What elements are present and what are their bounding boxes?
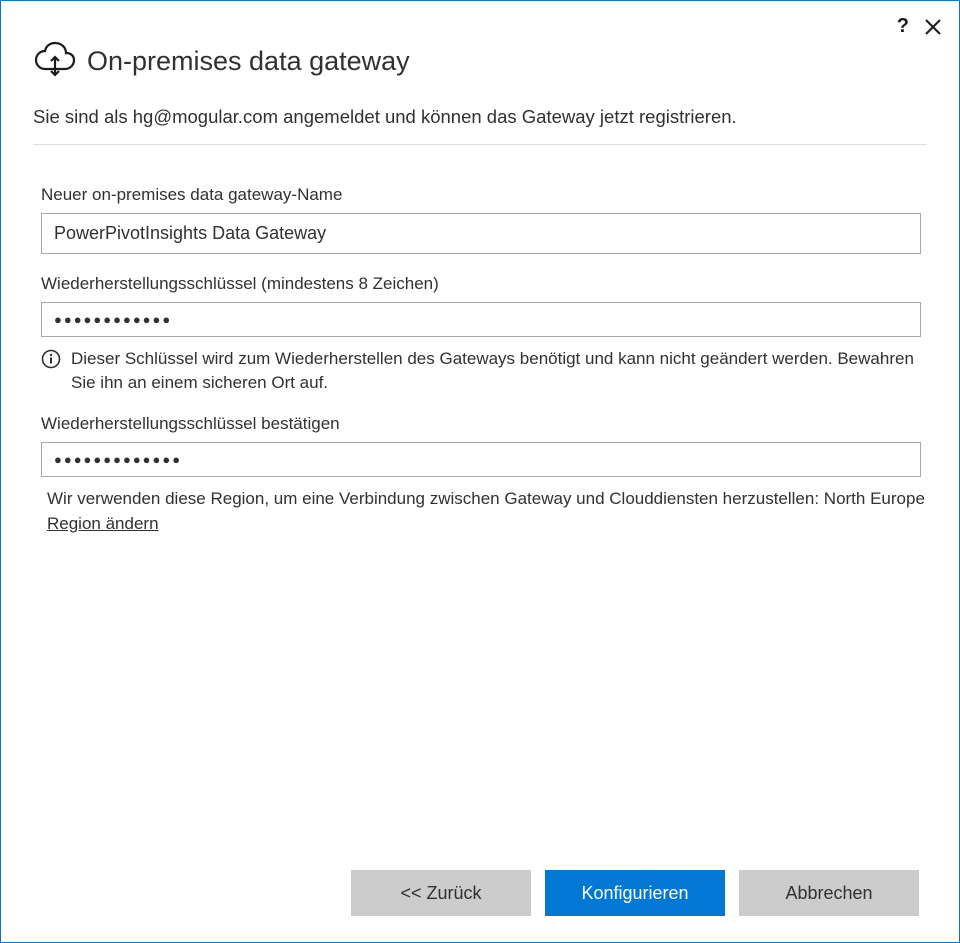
gateway-name-section: Neuer on-premises data gateway-Name (33, 185, 927, 254)
recovery-key-confirm-input[interactable] (41, 442, 921, 477)
recovery-key-input[interactable] (41, 302, 921, 337)
cloud-icon (33, 41, 77, 82)
button-row: << Zurück Konfigurieren Abbrechen (33, 870, 927, 922)
titlebar-controls: ? (897, 15, 941, 38)
close-icon[interactable] (925, 19, 941, 35)
configure-button[interactable]: Konfigurieren (545, 870, 725, 916)
intro-text: Sie sind als hg@mogular.com angemeldet u… (33, 104, 927, 145)
info-icon (41, 349, 61, 376)
dialog-title: On-premises data gateway (87, 46, 410, 77)
recovery-key-info-text: Dieser Schlüssel wird zum Wiederherstell… (71, 347, 927, 395)
cancel-button[interactable]: Abbrechen (739, 870, 919, 916)
help-icon[interactable]: ? (897, 15, 909, 38)
region-prefix: Wir verwenden diese Region, um eine Verb… (47, 489, 925, 508)
recovery-key-confirm-label: Wiederherstellungsschlüssel bestätigen (41, 414, 927, 434)
recovery-key-info-row: Dieser Schlüssel wird zum Wiederherstell… (41, 347, 927, 395)
gateway-name-input[interactable] (41, 213, 921, 254)
back-button[interactable]: << Zurück (351, 870, 531, 916)
region-change-link[interactable]: Region ändern (47, 514, 159, 533)
region-text: Wir verwenden diese Region, um eine Verb… (47, 487, 927, 536)
dialog-header: On-premises data gateway (33, 41, 927, 82)
recovery-key-confirm-section: Wiederherstellungsschlüssel bestätigen W… (33, 414, 927, 536)
gateway-name-label: Neuer on-premises data gateway-Name (41, 185, 927, 205)
recovery-key-label: Wiederherstellungsschlüssel (mindestens … (41, 274, 927, 294)
gateway-dialog: ? On-premises data gateway Sie sind als … (0, 0, 960, 943)
recovery-key-section: Wiederherstellungsschlüssel (mindestens … (33, 274, 927, 395)
